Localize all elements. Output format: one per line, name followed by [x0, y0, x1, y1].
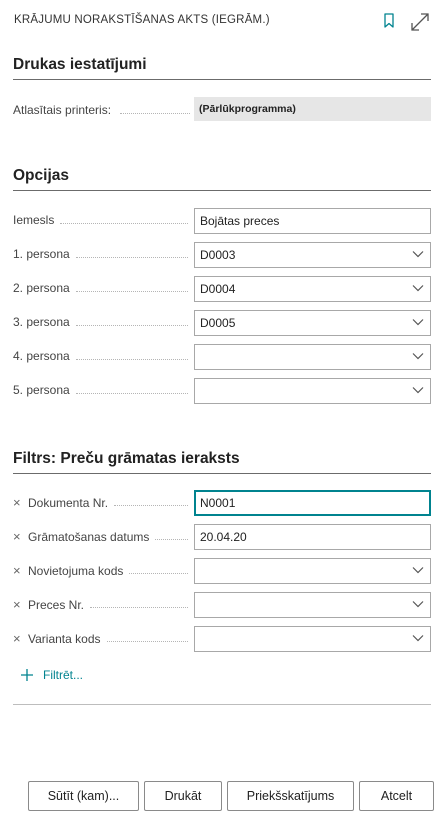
dropdown-2-persona[interactable]: D0004	[194, 276, 431, 302]
field-label: Varianta kods	[28, 631, 101, 646]
field-label: Novietojuma kods	[28, 563, 124, 578]
field-label-row: × Varianta kods	[13, 631, 101, 646]
remove-filter-icon[interactable]: ×	[13, 631, 26, 646]
field-label-row: Iemesls	[13, 213, 54, 227]
dotted-leader	[120, 113, 190, 114]
field-label: Dokumenta Nr.	[28, 495, 109, 510]
print-settings-title: Drukas iestatījumi	[13, 56, 147, 73]
dropdown-4-persona[interactable]	[194, 344, 431, 370]
field-label: 5. persona	[13, 383, 70, 397]
dropdown-preces-nr[interactable]	[194, 592, 431, 618]
filter-title: Filtrs: Preču grāmatas ieraksts	[13, 450, 240, 467]
dotted-leader	[90, 607, 188, 608]
printer-value: (Pārlūkprogramma)	[199, 103, 296, 115]
section-divider	[13, 79, 431, 80]
chevron-down-icon[interactable]	[412, 566, 424, 574]
field-value: 20.04.20	[200, 530, 247, 544]
dotted-leader	[75, 359, 188, 360]
field-value: D0005	[200, 316, 236, 330]
dropdown-novietojuma-kods[interactable]	[194, 558, 431, 584]
input-dokumenta-nr[interactable]: N0001	[194, 490, 431, 516]
chevron-down-icon[interactable]	[412, 318, 424, 326]
dotted-leader	[114, 505, 188, 506]
preview-button[interactable]: Priekšskatījums	[227, 781, 354, 811]
printer-label-row: Atlasītais printeris:	[13, 103, 111, 117]
field-label-row: × Grāmatošanas datums	[13, 529, 149, 544]
field-label-row: × Dokumenta Nr.	[13, 495, 108, 510]
input-iemesls[interactable]: Bojātas preces	[194, 208, 431, 234]
plus-icon	[21, 669, 33, 681]
dotted-leader	[106, 641, 188, 642]
dialog-title: KRĀJUMU NORAKSTĪŠANAS AKTS (IEGRĀM.)	[14, 14, 270, 26]
field-value: N0001	[200, 496, 236, 510]
chevron-down-icon[interactable]	[412, 284, 424, 292]
remove-filter-icon[interactable]: ×	[13, 563, 26, 578]
dotted-leader	[60, 223, 188, 224]
chevron-down-icon[interactable]	[412, 250, 424, 258]
field-label: Iemesls	[13, 213, 55, 227]
input-gr-mato-anas-datums[interactable]: 20.04.20	[194, 524, 431, 550]
field-label-row: × Preces Nr.	[13, 597, 84, 612]
dotted-leader	[75, 257, 188, 258]
field-label-row: 2. persona	[13, 281, 70, 295]
field-label-row: 3. persona	[13, 315, 70, 329]
options-title: Opcijas	[13, 167, 69, 184]
field-label: Grāmatošanas datums	[28, 529, 150, 544]
printer-label: Atlasītais printeris:	[13, 103, 112, 117]
dropdown-3-persona[interactable]: D0005	[194, 310, 431, 336]
cancel-button[interactable]: Atcelt	[359, 781, 434, 811]
field-label: 1. persona	[13, 247, 70, 261]
field-label-row: × Novietojuma kods	[13, 563, 123, 578]
printer-field[interactable]: (Pārlūkprogramma)	[194, 97, 431, 121]
field-value: Bojātas preces	[200, 214, 280, 228]
expand-icon[interactable]	[409, 11, 431, 33]
dotted-leader	[155, 539, 188, 540]
dialog-header: KRĀJUMU NORAKSTĪŠANAS AKTS (IEGRĀM.)	[0, 0, 443, 44]
dotted-leader	[75, 325, 188, 326]
send-to-button[interactable]: Sūtīt (kam)...	[28, 781, 139, 811]
dropdown-5-persona[interactable]	[194, 378, 431, 404]
remove-filter-icon[interactable]: ×	[13, 529, 26, 544]
dropdown-varianta-kods[interactable]	[194, 626, 431, 652]
field-label: Preces Nr.	[28, 597, 85, 612]
dotted-leader	[75, 291, 188, 292]
chevron-down-icon[interactable]	[412, 600, 424, 608]
field-value: D0003	[200, 248, 236, 262]
field-label: 3. persona	[13, 315, 70, 329]
add-filter-label: Filtrēt...	[43, 668, 84, 682]
dotted-leader	[129, 573, 188, 574]
chevron-down-icon[interactable]	[412, 352, 424, 360]
section-divider	[13, 473, 431, 474]
footer-divider	[13, 704, 431, 705]
field-label-row: 1. persona	[13, 247, 70, 261]
dotted-leader	[75, 393, 188, 394]
bookmark-icon[interactable]	[382, 12, 396, 30]
field-label: 4. persona	[13, 349, 70, 363]
print-button[interactable]: Drukāt	[144, 781, 222, 811]
dropdown-1-persona[interactable]: D0003	[194, 242, 431, 268]
remove-filter-icon[interactable]: ×	[13, 495, 26, 510]
chevron-down-icon[interactable]	[412, 634, 424, 642]
field-label-row: 4. persona	[13, 349, 70, 363]
field-value: D0004	[200, 282, 236, 296]
remove-filter-icon[interactable]: ×	[13, 597, 26, 612]
add-filter-link[interactable]: Filtrēt...	[20, 668, 83, 682]
section-divider	[13, 190, 431, 191]
field-label-row: 5. persona	[13, 383, 70, 397]
field-label: 2. persona	[13, 281, 70, 295]
chevron-down-icon[interactable]	[412, 386, 424, 394]
